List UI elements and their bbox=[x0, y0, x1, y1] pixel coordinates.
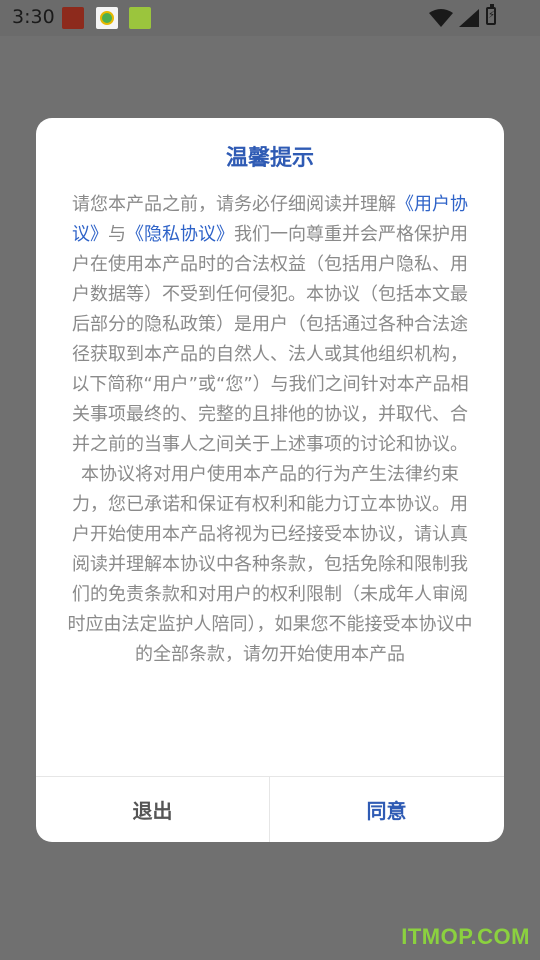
dialog-title: 温馨提示 bbox=[225, 146, 314, 171]
body-and: 与 bbox=[108, 224, 126, 245]
dialog-body: 请您本产品之前，请务必仔细阅读并理解《用户协议》与《隐私协议》我们一向尊重并会严… bbox=[64, 190, 476, 670]
app-icon-seal bbox=[62, 7, 84, 29]
app-icon-green bbox=[129, 7, 151, 29]
agreement-dialog: 温馨提示 请您本产品之前，请务必仔细阅读并理解《用户协议》与《隐私协议》我们一向… bbox=[36, 118, 504, 842]
wifi-icon bbox=[429, 9, 453, 27]
signal-icon bbox=[459, 9, 479, 27]
body-prefix: 请您本产品之前，请务必仔细阅读并理解 bbox=[72, 194, 396, 215]
agree-button[interactable]: 同意 bbox=[270, 777, 503, 842]
status-bar: 3:30 ⚡ bbox=[0, 0, 540, 36]
body-suffix: 我们一向尊重并会严格保护用户在使用本产品时的合法权益（包括用户隐私、用户数据等）… bbox=[67, 224, 473, 665]
battery-icon: ⚡ bbox=[486, 4, 496, 25]
status-time: 3:30 bbox=[12, 6, 55, 28]
exit-button[interactable]: 退出 bbox=[36, 777, 269, 842]
watermark: ITMOP.COM bbox=[401, 924, 530, 949]
privacy-agreement-link[interactable]: 《隐私协议》 bbox=[126, 224, 234, 245]
app-icon-yk bbox=[96, 7, 118, 29]
